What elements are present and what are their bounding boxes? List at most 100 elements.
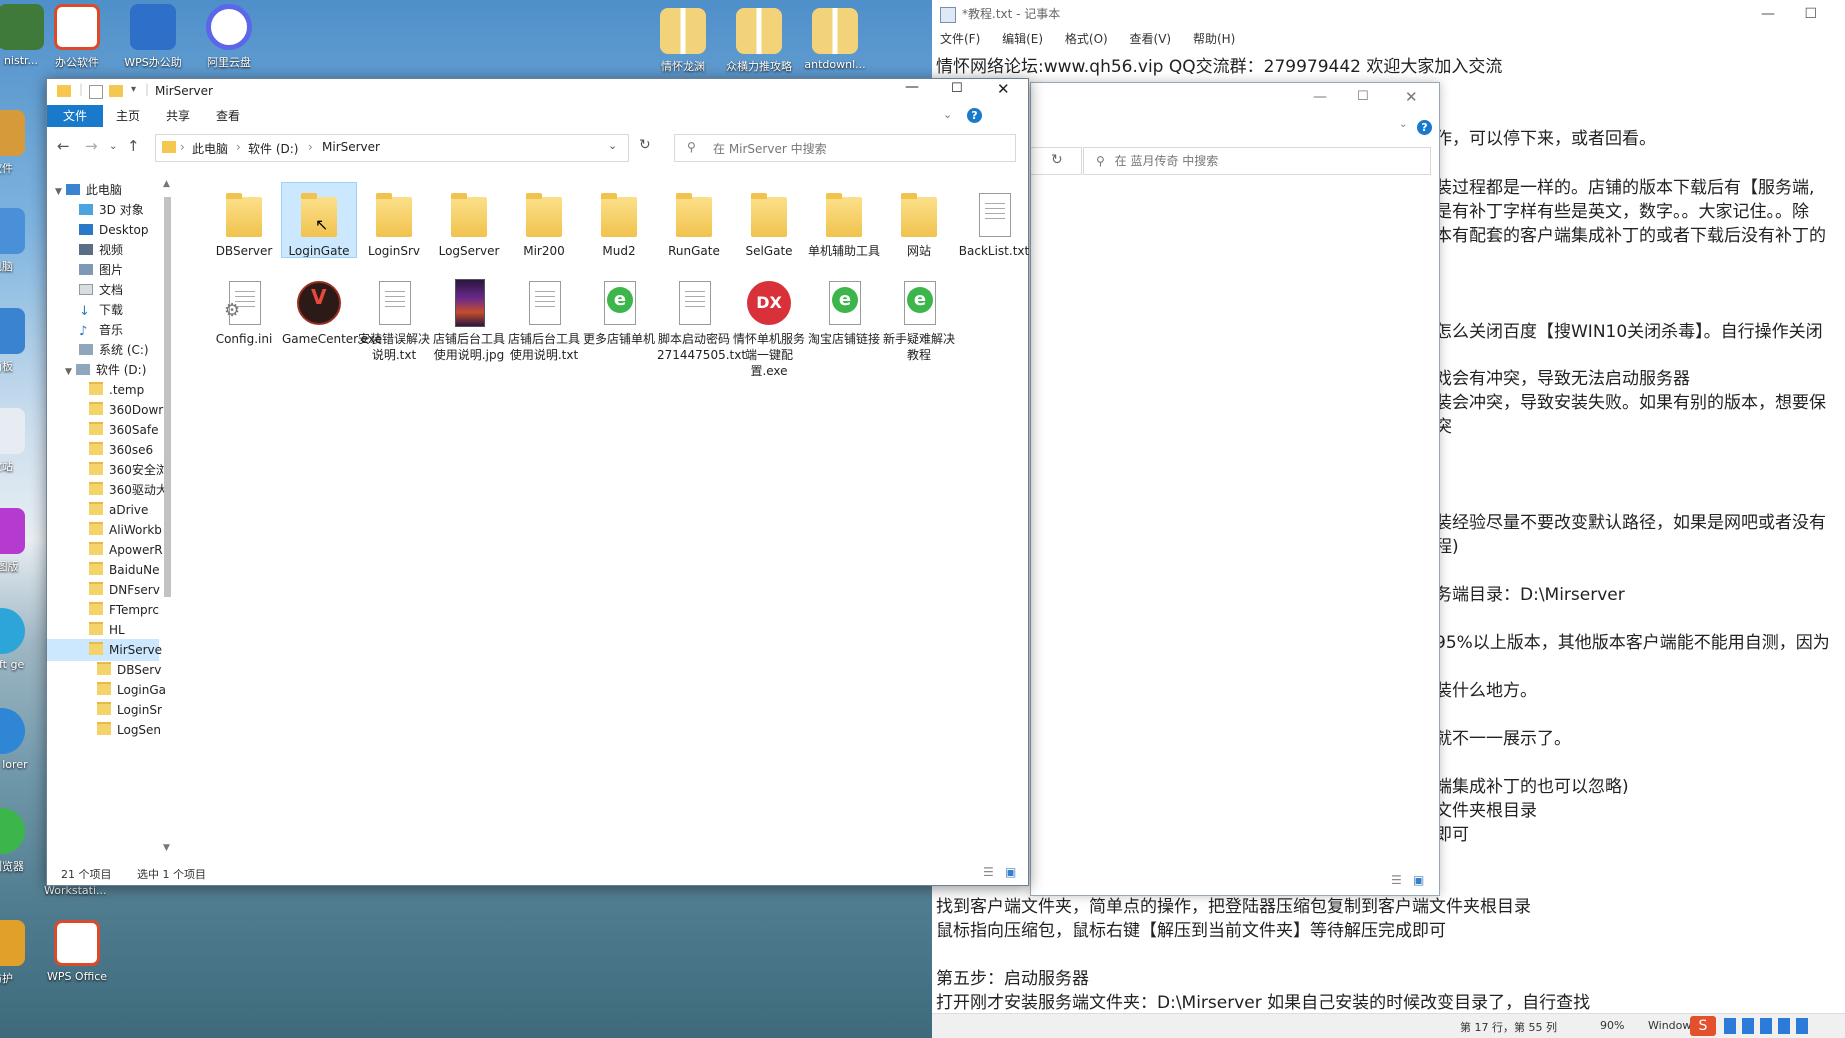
- desktop-icon-wps-office[interactable]: WPS Office: [34, 920, 120, 983]
- tab-home[interactable]: 主页: [103, 105, 153, 127]
- tree-item-pictures[interactable]: 图片: [79, 259, 123, 281]
- tree-item-drive-c[interactable]: 系统 (C:): [79, 339, 149, 361]
- file-item-taobao-link[interactable]: e 淘宝店铺链接: [807, 275, 881, 347]
- file-item-logserver[interactable]: LogServer: [432, 187, 506, 259]
- tree-item-3d-objects[interactable]: 3D 对象: [79, 199, 144, 221]
- desktop-icon-wps-assistant[interactable]: WPS办公助: [110, 4, 196, 70]
- tree-item-drive-d[interactable]: ▼ 软件 (D:): [65, 359, 146, 381]
- ime-logo-icon[interactable]: S: [1690, 1016, 1716, 1036]
- desktop-icon-left-7[interactable]: rnet lorer: [0, 708, 32, 771]
- ime-toolbar-icons[interactable]: [1724, 1018, 1824, 1034]
- view-large-icons-icon[interactable]: ▣: [1005, 865, 1016, 879]
- file-item-selgate[interactable]: SelGate: [732, 187, 806, 259]
- tree-item-downloads[interactable]: ↓ 下载: [79, 299, 123, 321]
- tree-item-mirserver-selected[interactable]: MirServe: [47, 639, 162, 661]
- file-item-config-ini[interactable]: ⚙ Config.ini: [207, 275, 281, 347]
- scroll-down-icon[interactable]: ▼: [163, 843, 170, 853]
- desktop-icon-left-3[interactable]: 面板: [0, 308, 32, 374]
- desktop-icon-left-1[interactable]: 软件: [0, 110, 32, 176]
- file-item-store-tool-jpg[interactable]: 店铺后台工具使用说明.jpg: [432, 275, 506, 363]
- quick-access-dropdown-icon[interactable]: ▾: [131, 84, 136, 95]
- file-item-backlist[interactable]: BackList.txt: [957, 187, 1031, 259]
- properties-icon[interactable]: [89, 85, 103, 99]
- expand-chevron-icon[interactable]: ▼: [65, 367, 72, 377]
- tree-item-folder[interactable]: HL: [89, 619, 125, 641]
- tree-item-folder[interactable]: 360Dowr: [89, 399, 163, 421]
- desktop-folder-3[interactable]: antdownl...: [792, 8, 878, 71]
- chevron-down-icon[interactable]: ⌄: [1399, 119, 1407, 130]
- view-large-icons-icon[interactable]: ▣: [1413, 873, 1424, 887]
- file-item-dbserver[interactable]: DBServer: [207, 187, 281, 259]
- close-icon[interactable]: ✕: [1405, 88, 1418, 106]
- tree-item-folder[interactable]: 360安全浏: [89, 459, 168, 481]
- breadcrumb-mirserver[interactable]: MirServer: [322, 140, 380, 154]
- chevron-down-icon[interactable]: ⌄: [943, 108, 952, 121]
- tree-item-folder[interactable]: 360se6: [89, 439, 153, 461]
- file-item-gamecenter[interactable]: V GameCenter.exe: [282, 275, 382, 347]
- maximize-icon[interactable]: ☐: [951, 81, 963, 96]
- file-item-store-tool-txt[interactable]: 店铺后台工具使用说明.txt: [507, 275, 581, 363]
- minimize-icon[interactable]: —: [1761, 0, 1775, 28]
- desktop-icon-office-software[interactable]: 办公软件: [34, 4, 120, 70]
- tree-item-folder[interactable]: DNFserv: [89, 579, 160, 601]
- navigation-pane-scrollbar[interactable]: ▲ ▼: [160, 179, 174, 859]
- search-input[interactable]: ⚲ 在 蓝月传奇 中搜索: [1083, 147, 1431, 175]
- back-arrow-icon[interactable]: ←: [57, 137, 70, 155]
- desktop-folder-2[interactable]: 众横力推攻略: [716, 8, 802, 74]
- tree-item-music[interactable]: ♪ 音乐: [79, 319, 123, 341]
- desktop-icon-left-8[interactable]: 全浏览器: [0, 808, 32, 874]
- desktop-icon-left-6[interactable]: osoft ge: [0, 608, 32, 671]
- file-item-standalone-tools[interactable]: 单机辅助工具: [807, 187, 881, 259]
- search-input[interactable]: ⚲ 在 MirServer 中搜索: [674, 134, 1016, 162]
- desktop-icon-left-2[interactable]: 电脑: [0, 208, 32, 274]
- desktop-folder-1[interactable]: 情怀龙渊: [640, 8, 726, 74]
- tree-item-subfolder[interactable]: LoginGa: [97, 679, 166, 701]
- file-item-one-click-config-exe[interactable]: DX 情怀单机服务端一键配置.exe: [732, 275, 806, 379]
- help-icon[interactable]: ?: [967, 108, 982, 123]
- file-item-mir200[interactable]: Mir200: [507, 187, 581, 259]
- refresh-icon[interactable]: ↻: [1051, 152, 1063, 168]
- tree-item-folder[interactable]: BaiduNe: [89, 559, 160, 581]
- expand-chevron-icon[interactable]: ▼: [55, 187, 62, 197]
- address-dropdown-icon[interactable]: ⌄: [608, 139, 617, 152]
- file-item-loginsrv[interactable]: LoginSrv: [357, 187, 431, 259]
- tree-item-subfolder[interactable]: LoginSr: [97, 699, 162, 721]
- menu-file[interactable]: 文件(F): [940, 32, 980, 46]
- breadcrumb-drive-d[interactable]: 软件 (D:): [248, 140, 298, 157]
- tree-item-folder[interactable]: 360驱动大: [89, 479, 168, 501]
- file-item-mud2[interactable]: Mud2: [582, 187, 656, 259]
- tree-item-subfolder[interactable]: LogSen: [97, 719, 161, 741]
- address-bar-fragment[interactable]: ↻: [1031, 147, 1082, 175]
- desktop-icon-left-9[interactable]: 防护: [0, 920, 32, 986]
- tree-item-folder[interactable]: ApowerR: [89, 539, 163, 561]
- file-item-install-error-txt[interactable]: 安装错误解决说明.txt: [357, 275, 431, 363]
- minimize-icon[interactable]: —: [905, 79, 919, 95]
- desktop-icon-aliyun-drive[interactable]: 阿里云盘: [186, 4, 272, 70]
- file-item-newbie-faq-link[interactable]: e 新手疑难解决教程: [882, 275, 956, 363]
- tree-item-folder[interactable]: AliWorkb: [89, 519, 162, 541]
- desktop-icon-left-5[interactable]: 送图版: [0, 508, 32, 574]
- maximize-icon[interactable]: ☐: [1357, 89, 1369, 104]
- file-item-rungate[interactable]: RunGate: [657, 187, 731, 259]
- address-bar[interactable]: › 此电脑 › 软件 (D:) › MirServer ⌄: [155, 134, 629, 162]
- file-item-more-stores-link[interactable]: e 更多店铺单机: [582, 275, 656, 347]
- view-details-icon[interactable]: ☰: [1391, 873, 1402, 887]
- menu-help[interactable]: 帮助(H): [1193, 32, 1235, 46]
- menu-format[interactable]: 格式(O): [1065, 32, 1108, 46]
- desktop-icon-left-4[interactable]: 收站: [0, 408, 32, 474]
- help-icon[interactable]: ?: [1417, 120, 1432, 135]
- tree-item-folder[interactable]: 360Safe: [89, 419, 158, 441]
- forward-arrow-icon[interactable]: →: [85, 137, 98, 155]
- refresh-icon[interactable]: ↻: [639, 137, 651, 153]
- tree-item-this-pc[interactable]: ▼ 此电脑: [55, 179, 122, 201]
- minimize-icon[interactable]: —: [1313, 89, 1327, 105]
- close-icon[interactable]: ✕: [997, 80, 1010, 98]
- tab-file[interactable]: 文件: [47, 105, 103, 127]
- tree-item-desktop[interactable]: Desktop: [79, 219, 149, 241]
- new-folder-icon[interactable]: [109, 85, 123, 97]
- tree-item-folder[interactable]: aDrive: [89, 499, 148, 521]
- tab-share[interactable]: 共享: [153, 105, 203, 127]
- tree-item-folder[interactable]: .temp: [89, 379, 144, 401]
- scroll-up-icon[interactable]: ▲: [163, 179, 170, 189]
- recent-dropdown-icon[interactable]: ⌄: [109, 141, 117, 152]
